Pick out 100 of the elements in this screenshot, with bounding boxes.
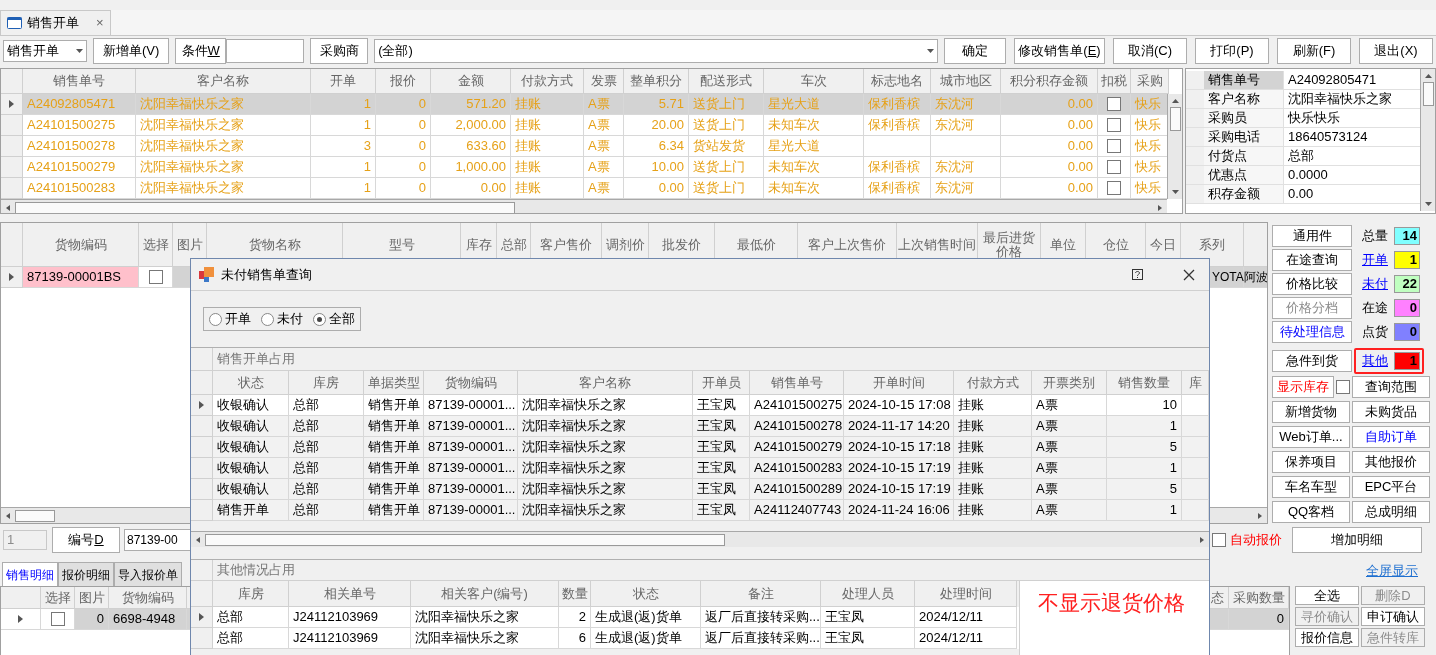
action-button[interactable]: 申订确认 [1361, 607, 1425, 626]
checkbox[interactable] [1107, 139, 1121, 153]
side-button[interactable]: EPC平台 [1352, 476, 1430, 498]
column-header[interactable]: 标志地名 [864, 69, 931, 94]
close-button[interactable]: × [96, 13, 104, 33]
horizontal-scrollbar[interactable] [191, 531, 1209, 547]
table-row[interactable]: 收银确认 总部 销售开单 87139-00001... 沈阳幸福快乐之家 王宝凤 A24101500279 2024-10-15 17:18 挂账 A票 5 [191, 437, 1209, 458]
toolbar-button[interactable]: 刷新(F) [1277, 38, 1351, 64]
column-header[interactable]: 客户名称 [518, 371, 693, 395]
checkbox[interactable] [1107, 181, 1121, 195]
column-header[interactable]: 系列 [1181, 223, 1244, 267]
column-header[interactable]: 状态 [591, 581, 701, 607]
document-tab[interactable]: 销售开单 × [0, 10, 111, 35]
counter-label[interactable]: 开单 [1362, 250, 1390, 270]
side-button[interactable]: 通用件 [1272, 225, 1352, 247]
column-header[interactable]: 开单员 [693, 371, 750, 395]
toolbar-button[interactable]: 取消(C) [1113, 38, 1187, 64]
side-button[interactable]: 自助订单 [1352, 426, 1430, 448]
column-header[interactable]: 付款方式 [954, 371, 1032, 395]
scrollbar-thumb[interactable] [1422, 82, 1434, 106]
column-header[interactable]: 备注 [701, 581, 821, 607]
row-number-field[interactable]: 1 [3, 530, 47, 550]
checkbox[interactable] [1107, 118, 1121, 132]
checkbox[interactable] [148, 270, 163, 284]
column-header[interactable]: 销售数量 [1107, 371, 1182, 395]
side-button[interactable]: 待处理信息 [1272, 321, 1352, 343]
side-button[interactable]: 查询范围 [1352, 376, 1430, 398]
counter-label[interactable]: 未付 [1362, 274, 1390, 294]
column-header[interactable]: 相关客户(编号) [411, 581, 559, 607]
arrow-up-icon[interactable] [1171, 98, 1179, 104]
vertical-scrollbar[interactable] [1167, 94, 1182, 199]
column-header[interactable]: 开单时间 [844, 371, 954, 395]
column-header[interactable]: 扣税 [1098, 69, 1131, 94]
column-header[interactable]: 整单积分 [624, 69, 689, 94]
arrow-down-icon[interactable] [1171, 189, 1179, 195]
column-header[interactable]: 客户名称 [136, 69, 311, 94]
column-header[interactable]: 发票 [584, 69, 624, 94]
column-header[interactable]: 开单 [311, 69, 376, 94]
arrow-right-icon[interactable] [1157, 204, 1163, 211]
side-button[interactable]: QQ客档 [1272, 501, 1350, 523]
arrow-right-icon[interactable] [1199, 536, 1205, 543]
help-icon[interactable] [1132, 269, 1143, 280]
column-header[interactable]: 状态 [213, 371, 289, 395]
toolbar-button[interactable]: 采购商 [310, 38, 369, 64]
fullscreen-link[interactable]: 全屏显示 [1366, 560, 1418, 580]
row-header[interactable] [1, 94, 23, 115]
side-button[interactable]: 急件到货 [1272, 350, 1352, 372]
checkbox[interactable] [1336, 380, 1350, 394]
column-header[interactable]: 销售单号 [23, 69, 136, 94]
column-header[interactable]: 采购数量 [1229, 587, 1289, 609]
checkbox[interactable] [1107, 160, 1121, 174]
toolbar-button[interactable]: 确定 [944, 38, 1006, 64]
column-header[interactable]: 处理人员 [821, 581, 915, 607]
column-header[interactable]: 报价 [376, 69, 431, 94]
column-header[interactable]: 单据类型 [364, 371, 424, 395]
table-row[interactable]: 收银确认 总部 销售开单 87139-00001... 沈阳幸福快乐之家 王宝凤 A24101500275 2024-10-15 17:08 挂账 A票 10 [191, 395, 1209, 416]
condition-field[interactable] [226, 39, 305, 63]
side-button[interactable]: 未购货品 [1352, 401, 1430, 423]
arrow-left-icon[interactable] [5, 204, 11, 211]
arrow-down-icon[interactable] [1424, 201, 1432, 207]
property-label[interactable]: 采购员 [1204, 109, 1284, 127]
table-row[interactable]: 销售开单 总部 销售开单 87139-00001... 沈阳幸福快乐之家 王宝凤 A24112407743 2024-11-24 16:06 挂账 A票 1 [191, 500, 1209, 521]
checkbox[interactable] [1212, 533, 1226, 547]
column-header[interactable]: 付款方式 [511, 69, 584, 94]
row-header[interactable] [1, 267, 23, 288]
scrollbar-thumb[interactable] [205, 533, 725, 546]
side-button[interactable]: Web订单... [1272, 426, 1350, 448]
column-header[interactable]: 数量 [559, 581, 591, 607]
action-button[interactable]: 报价信息 [1295, 628, 1359, 647]
property-label[interactable]: 采购电话 [1204, 128, 1284, 146]
auto-quote-label[interactable]: 自动报价 [1230, 530, 1282, 550]
vertical-scrollbar[interactable] [1420, 69, 1435, 211]
column-header[interactable]: 城市地区 [931, 69, 1001, 94]
column-header[interactable]: 图片 [75, 587, 109, 609]
detail-tab[interactable]: 报价明细 [58, 562, 114, 586]
scrollbar-thumb[interactable] [1169, 107, 1181, 131]
side-button[interactable]: 车名车型 [1272, 476, 1350, 498]
column-header[interactable]: 积分积存金额 [1001, 69, 1098, 94]
side-button[interactable]: 价格比较 [1272, 273, 1352, 295]
radio-option[interactable]: 全部 [313, 309, 355, 329]
arrow-left-icon[interactable] [5, 512, 11, 519]
checkbox[interactable] [1107, 97, 1121, 111]
column-header[interactable]: 销售单号 [750, 371, 844, 395]
property-label[interactable]: 优惠点 [1204, 166, 1284, 184]
toolbar-button[interactable]: 修改销售单(E) [1014, 38, 1105, 64]
detail-tab[interactable]: 销售明细 [2, 562, 58, 586]
side-button[interactable]: 在途查询 [1272, 249, 1352, 271]
detail-tab[interactable]: 导入报价单 [114, 562, 182, 586]
column-header[interactable]: 货物编码 [109, 587, 187, 609]
checkbox[interactable] [50, 612, 65, 626]
table-row[interactable]: 收银确认 总部 销售开单 87139-00001... 沈阳幸福快乐之家 王宝凤 A24101500278 2024-11-17 14:20 挂账 A票 1 [191, 416, 1209, 437]
column-header[interactable]: 金额 [431, 69, 511, 94]
side-button[interactable]: 新增货物 [1272, 401, 1350, 423]
column-header[interactable]: 库房 [289, 371, 364, 395]
table-row[interactable]: 收银确认 总部 销售开单 87139-00001... 沈阳幸福快乐之家 王宝凤 A24101500289 2024-10-15 17:19 挂账 A票 5 [191, 479, 1209, 500]
side-button[interactable]: 显示库存 [1272, 376, 1334, 398]
column-header[interactable]: 选择 [41, 587, 75, 609]
counter-label[interactable]: 其他 [1362, 351, 1390, 371]
property-label[interactable]: 销售单号 [1204, 71, 1284, 89]
column-header[interactable]: 处理时间 [915, 581, 1017, 607]
